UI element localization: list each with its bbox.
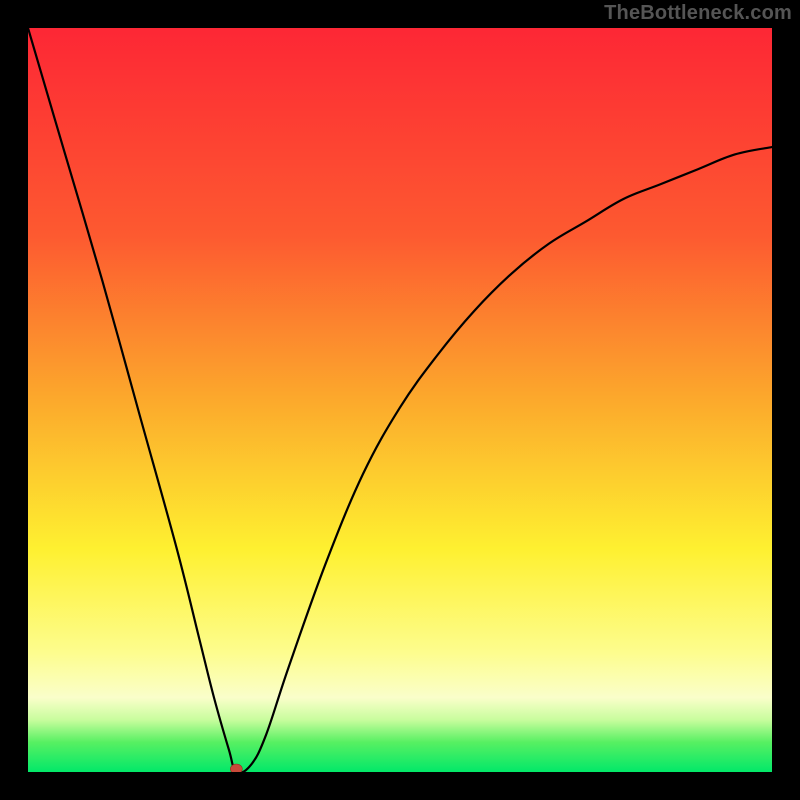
watermark-text: TheBottleneck.com (604, 2, 792, 25)
chart-svg (28, 28, 772, 772)
gradient-background (28, 28, 772, 772)
plot-area (28, 28, 772, 772)
optimum-marker (230, 764, 242, 772)
chart-frame: TheBottleneck.com (0, 0, 800, 800)
